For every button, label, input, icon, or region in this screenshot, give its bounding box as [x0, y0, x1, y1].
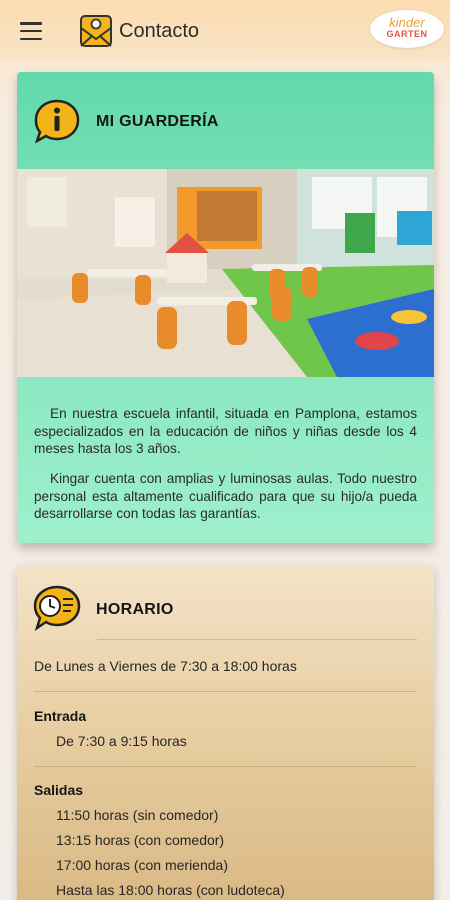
entrada-label: Entrada — [34, 708, 87, 724]
logo-line2: GARTEN — [386, 29, 428, 39]
salida-item: 11:50 horas (sin comedor) — [56, 807, 219, 823]
kindergarten-logo: kinder GARTEN — [370, 10, 444, 48]
divider — [34, 691, 417, 692]
clock-icon — [33, 585, 81, 631]
horario-divider — [97, 639, 417, 640]
salida-item: 13:15 horas (con comedor) — [56, 832, 225, 848]
app-bar: Contacto kinder GARTEN — [0, 0, 450, 62]
guarderia-paragraph-1: En nuestra escuela infantil, situada en … — [34, 406, 417, 456]
logo-line1: kinder — [389, 15, 425, 30]
salida-item: 17:00 horas (con merienda) — [56, 857, 228, 873]
horario-card: HORARIO De Lunes a Viernes de 7:30 a 18:… — [17, 565, 434, 900]
horario-general: De Lunes a Viernes de 7:30 a 18:00 horas — [34, 658, 297, 674]
horario-title: HORARIO — [96, 601, 174, 618]
classroom-photo — [17, 169, 434, 377]
info-icon — [34, 99, 80, 143]
entrada-time: De 7:30 a 9:15 horas — [56, 733, 187, 749]
guarderia-header: MI GUARDERÍA — [17, 72, 434, 168]
divider — [34, 766, 417, 767]
guarderia-title: MI GUARDERÍA — [96, 113, 219, 130]
page-title: Contacto — [119, 20, 200, 42]
salida-item: Hasta las 18:00 horas (con ludoteca) — [56, 882, 285, 898]
envelope-icon — [80, 15, 112, 47]
guarderia-card: MI GUARDERÍA En nuestra escuela infantil… — [17, 72, 434, 543]
salidas-label: Salidas — [34, 782, 84, 798]
menu-icon[interactable] — [20, 22, 42, 40]
guarderia-paragraph-2: Kingar cuenta con amplias y luminosas au… — [34, 471, 417, 521]
